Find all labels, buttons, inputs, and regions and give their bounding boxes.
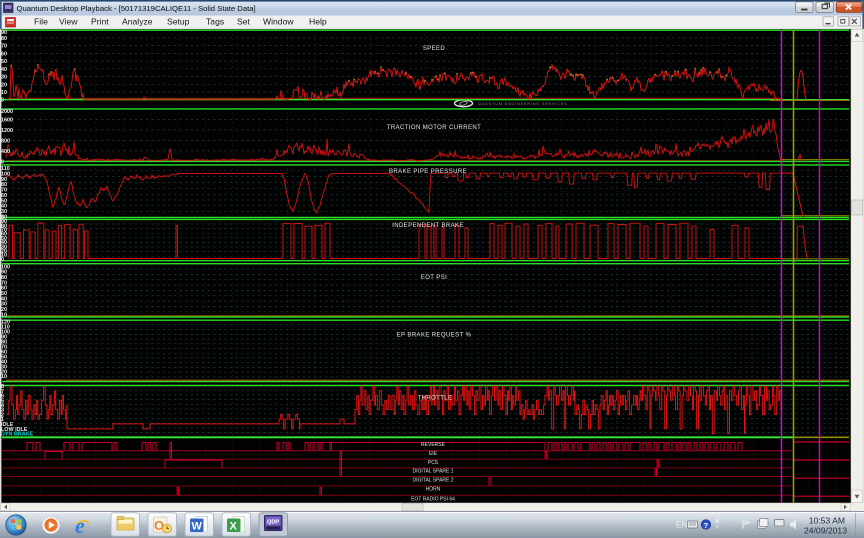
svg-text:W: W (192, 521, 203, 533)
svg-text:DIGITAL SPARE 2: DIGITAL SPARE 2 (412, 478, 453, 484)
svg-text:SPEED: SPEED (423, 46, 446, 52)
svg-text:Analyze: Analyze (122, 17, 153, 27)
svg-text:30: 30 (1, 75, 7, 81)
svg-text:BRAKE PIPE PRESSURE: BRAKE PIPE PRESSURE (389, 169, 467, 175)
svg-text:0: 0 (1, 257, 4, 263)
svg-text:0: 0 (1, 98, 4, 104)
svg-text:Tags: Tags (206, 17, 224, 27)
svg-text:10: 10 (1, 90, 7, 96)
svg-text:EIE: EIE (429, 451, 438, 457)
svg-text:60: 60 (1, 51, 7, 57)
svg-text:X: X (230, 521, 238, 533)
svg-text:EP BRAKE REQUEST %: EP BRAKE REQUEST % (397, 333, 472, 339)
svg-text:Set: Set (237, 17, 251, 27)
svg-text:24/09/2013: 24/09/2013 (804, 526, 847, 536)
svg-text:40: 40 (1, 67, 7, 73)
svg-text:INDEPENDENT BRAKE: INDEPENDENT BRAKE (392, 223, 464, 229)
svg-text:View: View (59, 17, 78, 27)
svg-text:THROTTLE: THROTTLE (418, 396, 453, 402)
svg-text:QUANTUM ENGINEERING SERVICES: QUANTUM ENGINEERING SERVICES (478, 102, 567, 106)
svg-text:PCS: PCS (428, 460, 439, 466)
svg-text:20: 20 (1, 82, 7, 88)
svg-text:?: ? (704, 521, 709, 530)
svg-text:10: 10 (1, 312, 7, 318)
svg-text:70: 70 (1, 44, 7, 50)
svg-text:400: 400 (1, 149, 10, 155)
svg-text:EN: EN (676, 521, 687, 530)
svg-text:1600: 1600 (1, 117, 13, 123)
svg-text:-: - (727, 521, 730, 530)
svg-text:DIGITAL SPARE 1: DIGITAL SPARE 1 (412, 469, 453, 475)
svg-text:Help: Help (309, 17, 327, 27)
svg-text:e: e (75, 513, 85, 538)
svg-text:TRACTION MOTOR CURRENT: TRACTION MOTOR CURRENT (387, 125, 481, 131)
svg-text:REVERSE: REVERSE (421, 442, 446, 448)
svg-text:10:53 AM: 10:53 AM (809, 516, 845, 526)
svg-text:0: 0 (1, 159, 4, 165)
svg-text:2000: 2000 (1, 109, 13, 115)
svg-text:EOT PSI: EOT PSI (421, 275, 447, 281)
svg-text:80: 80 (1, 36, 7, 42)
svg-text:10: 10 (1, 374, 7, 380)
svg-text:Print: Print (91, 17, 109, 27)
svg-text:HORN: HORN (426, 487, 441, 493)
svg-text:800: 800 (1, 138, 10, 144)
svg-text:Quantum Desktop Playback - [50: Quantum Desktop Playback - [50171319CALI… (17, 4, 256, 13)
svg-text:DYN BRAKE: DYN BRAKE (1, 432, 33, 438)
svg-text:1200: 1200 (1, 128, 13, 134)
svg-text:File: File (34, 17, 48, 27)
svg-text:QDP: QDP (267, 520, 279, 526)
svg-text:50: 50 (1, 59, 7, 65)
svg-text:Setup: Setup (167, 17, 190, 27)
svg-text:O: O (154, 518, 164, 533)
svg-text:EOT RADIO PSI 64: EOT RADIO PSI 64 (411, 497, 455, 503)
svg-text:Window: Window (263, 17, 294, 27)
